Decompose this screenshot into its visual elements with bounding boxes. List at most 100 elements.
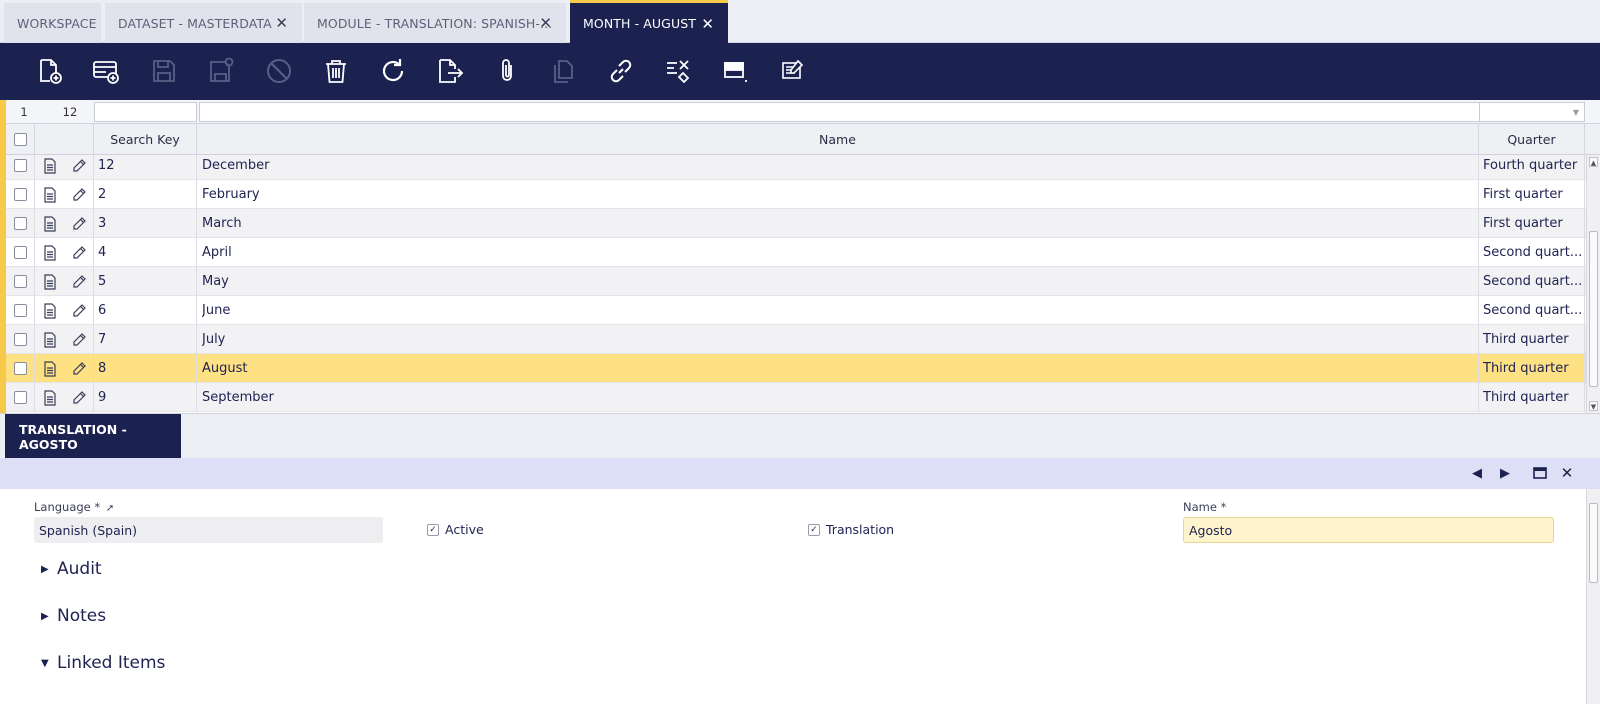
- scrollbar-thumb[interactable]: [1589, 231, 1598, 387]
- row-checkbox[interactable]: [13, 333, 27, 346]
- tab-translation[interactable]: TRANSLATION - AGOSTO: [5, 414, 181, 459]
- table-row[interactable]: 2 February First quarter: [6, 180, 1586, 209]
- table-row[interactable]: 5 May Second quart...: [6, 267, 1586, 296]
- search-key-filter[interactable]: [94, 102, 197, 122]
- pencil-icon[interactable]: [71, 390, 87, 406]
- export-button[interactable]: [435, 56, 465, 86]
- pencil-icon[interactable]: [71, 158, 87, 174]
- row-checkbox[interactable]: [13, 304, 27, 317]
- grid-scrollbar[interactable]: ▲ ▼: [1586, 155, 1600, 413]
- new-row-button[interactable]: [91, 56, 121, 86]
- new-document-button[interactable]: [34, 56, 64, 86]
- form-scrollbar[interactable]: [1586, 489, 1600, 704]
- save-button[interactable]: [149, 56, 179, 86]
- link-arrow-icon[interactable]: ➚: [106, 503, 114, 514]
- row-checkbox[interactable]: [13, 275, 27, 288]
- table-row[interactable]: 3 March First quarter: [6, 209, 1586, 238]
- next-record-icon[interactable]: ▶: [1496, 464, 1514, 482]
- language-field[interactable]: Spanish (Spain): [34, 517, 383, 543]
- grid-filter-row: 1 12 ▼: [6, 100, 1600, 124]
- column-header-name[interactable]: Name: [197, 124, 1479, 155]
- row-checkbox[interactable]: [13, 188, 27, 201]
- pencil-icon[interactable]: [71, 303, 87, 319]
- row-select-cell: [6, 354, 35, 383]
- active-checkbox-group[interactable]: ✓ Active: [427, 522, 484, 537]
- tab-month-august[interactable]: MONTH - AUGUST ✕: [570, 0, 728, 43]
- table-row[interactable]: 9 September Third quarter: [6, 383, 1586, 412]
- active-checkbox[interactable]: ✓: [427, 523, 439, 536]
- row-checkbox[interactable]: [13, 362, 27, 375]
- selected-count: 1: [20, 105, 28, 119]
- link-button[interactable]: [606, 56, 636, 86]
- pencil-icon[interactable]: [71, 187, 87, 203]
- notes-button[interactable]: [777, 56, 807, 86]
- section-label: Audit: [57, 559, 102, 579]
- maximize-icon[interactable]: [1531, 464, 1549, 482]
- cell-quarter: Second quart...: [1483, 296, 1585, 325]
- delete-button[interactable]: [321, 56, 351, 86]
- close-icon[interactable]: ✕: [1558, 464, 1576, 482]
- pencil-icon[interactable]: [71, 332, 87, 348]
- subtab-bar: TRANSLATION - AGOSTO: [0, 413, 1600, 459]
- language-label-text: Language *: [34, 500, 101, 514]
- select-all-checkbox[interactable]: [13, 133, 27, 146]
- column-header-quarter[interactable]: Quarter: [1479, 124, 1585, 155]
- attachment-button[interactable]: [492, 56, 522, 86]
- row-checkbox[interactable]: [13, 217, 27, 230]
- document-icon[interactable]: [42, 157, 58, 174]
- collapse-icon: ▼: [41, 657, 49, 669]
- toggle-view-button[interactable]: [720, 56, 750, 86]
- document-icon[interactable]: [42, 186, 58, 203]
- pencil-icon[interactable]: [71, 274, 87, 290]
- document-icon[interactable]: [42, 360, 58, 377]
- section-linked-items[interactable]: ▼ Linked Items: [41, 653, 165, 673]
- row-checkbox[interactable]: [13, 391, 27, 404]
- document-icon[interactable]: [42, 244, 58, 261]
- grid-rows: 12 December Fourth quarter 2 February Fi…: [6, 155, 1586, 413]
- document-icon[interactable]: [42, 331, 58, 348]
- name-filter[interactable]: [199, 102, 1483, 122]
- document-icon[interactable]: [42, 215, 58, 232]
- section-notes[interactable]: ▶ Notes: [41, 606, 106, 626]
- table-row[interactable]: 6 June Second quart...: [6, 296, 1586, 325]
- pencil-icon[interactable]: [71, 216, 87, 232]
- table-row[interactable]: 12 December Fourth quarter: [6, 155, 1586, 180]
- row-checkbox[interactable]: [13, 246, 27, 259]
- close-icon[interactable]: ✕: [539, 14, 552, 32]
- tab-workspace[interactable]: WORKSPACE: [4, 3, 101, 43]
- name-field[interactable]: Agosto: [1183, 517, 1554, 543]
- close-icon[interactable]: ✕: [275, 14, 288, 32]
- scroll-up-icon[interactable]: ▲: [1589, 157, 1598, 167]
- close-icon[interactable]: ✕: [701, 15, 714, 33]
- quarter-filter[interactable]: ▼: [1479, 102, 1585, 122]
- save-close-button[interactable]: [206, 56, 236, 86]
- translation-checkbox[interactable]: ✓: [808, 523, 820, 536]
- tab-module-translation[interactable]: MODULE - TRANSLATION: SPANISH-... ✕: [304, 3, 566, 43]
- pencil-icon[interactable]: [71, 361, 87, 377]
- table-row-selected[interactable]: 8 August Third quarter: [6, 354, 1586, 383]
- translation-checkbox-group[interactable]: ✓ Translation: [808, 522, 894, 537]
- undo-icon: [267, 59, 291, 83]
- section-audit[interactable]: ▶ Audit: [41, 559, 102, 579]
- table-row[interactable]: 4 April Second quart...: [6, 238, 1586, 267]
- scroll-down-icon[interactable]: ▼: [1589, 401, 1598, 411]
- undo-button[interactable]: [264, 56, 294, 86]
- clone-icon: [554, 60, 573, 83]
- clone-button[interactable]: [549, 56, 579, 86]
- tools-button[interactable]: [663, 56, 693, 86]
- cell-name: August: [202, 354, 1479, 383]
- previous-record-icon[interactable]: ◀: [1468, 464, 1486, 482]
- table-row[interactable]: 7 July Third quarter: [6, 325, 1586, 354]
- document-icon[interactable]: [42, 389, 58, 406]
- refresh-button[interactable]: [378, 56, 408, 86]
- document-icon[interactable]: [42, 302, 58, 319]
- row-checkbox[interactable]: [13, 159, 27, 172]
- cell-search-key: 12: [98, 155, 197, 180]
- tab-dataset-masterdata[interactable]: DATASET - MASTERDATA ✕: [105, 3, 302, 43]
- cell-name: June: [202, 296, 1479, 325]
- column-header-search-key[interactable]: Search Key: [94, 124, 197, 155]
- scrollbar-thumb[interactable]: [1589, 503, 1598, 583]
- row-actions: [35, 180, 94, 209]
- document-icon[interactable]: [42, 273, 58, 290]
- pencil-icon[interactable]: [71, 245, 87, 261]
